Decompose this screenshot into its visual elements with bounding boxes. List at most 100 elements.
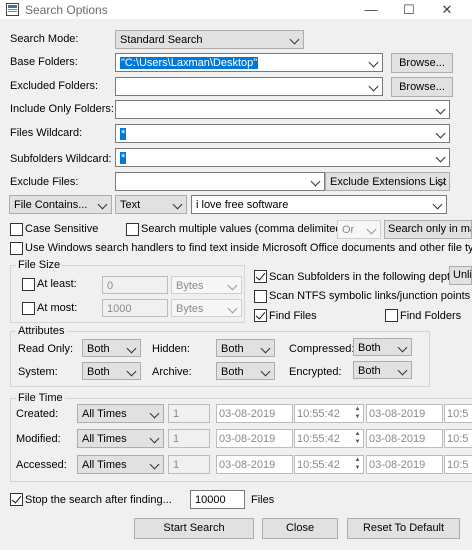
- contains-text-input[interactable]: i love free software: [191, 195, 447, 214]
- compressed-select[interactable]: Both: [353, 338, 412, 356]
- chevron-down-icon: [310, 176, 321, 187]
- accessed-to-date[interactable]: 03-08-2019: [366, 455, 443, 474]
- modified-to-time[interactable]: 10:5: [444, 429, 472, 448]
- archive-select[interactable]: Both: [216, 362, 275, 380]
- created-count-input[interactable]: 1: [168, 404, 210, 423]
- find-folders-checkbox[interactable]: [385, 309, 398, 322]
- subfolders-wildcard-input[interactable]: *: [115, 148, 450, 167]
- scan-depth-select[interactable]: Unlim: [449, 266, 472, 285]
- modified-from-date[interactable]: 03-08-2019: [216, 429, 293, 448]
- case-sensitive-label: Case Sensitive: [25, 223, 99, 235]
- at-least-input[interactable]: 0: [102, 276, 168, 294]
- chevron-down-icon: [289, 34, 300, 45]
- stop-search-checkbox[interactable]: [10, 493, 23, 506]
- created-mode-select[interactable]: All Times: [77, 404, 164, 423]
- multiple-values-label: Search multiple values (comma delimited): [141, 223, 346, 235]
- modified-mode-select[interactable]: All Times: [77, 429, 164, 448]
- window-title: Search Options: [25, 3, 108, 17]
- at-most-input[interactable]: 1000: [102, 299, 168, 317]
- system-select[interactable]: Both: [82, 362, 141, 380]
- close-window-button[interactable]: ✕: [432, 0, 462, 19]
- at-least-unit-select[interactable]: Bytes: [171, 276, 242, 294]
- case-sensitive-checkbox[interactable]: [10, 223, 23, 236]
- scan-ntfs-label: Scan NTFS symbolic links/junction points: [269, 290, 471, 302]
- multiple-values-logic-select[interactable]: Or: [337, 220, 381, 239]
- modified-from-time[interactable]: 10:55:42 ▲ ▼: [294, 429, 364, 448]
- search-mode-select[interactable]: Standard Search: [115, 30, 304, 49]
- file-time-title: File Time: [16, 392, 65, 404]
- spin-up-icon[interactable]: ▲: [353, 406, 362, 413]
- search-only-major-button[interactable]: Search only in majo: [384, 220, 472, 239]
- accessed-to-time[interactable]: 10:5: [444, 455, 472, 474]
- created-to-time[interactable]: 10:5: [444, 404, 472, 423]
- at-most-checkbox[interactable]: [22, 302, 35, 315]
- subfolders-wildcard-label: Subfolders Wildcard:: [10, 153, 112, 165]
- created-from-date[interactable]: 03-08-2019: [216, 404, 293, 423]
- spin-down-icon[interactable]: ▼: [353, 465, 362, 472]
- at-least-label: At least:: [37, 278, 77, 290]
- accessed-label: Accessed:: [16, 459, 67, 471]
- reset-to-default-button[interactable]: Reset To Default: [347, 518, 460, 539]
- start-search-button[interactable]: Start Search: [134, 518, 254, 539]
- excluded-folders-browse-button[interactable]: Browse...: [391, 77, 453, 97]
- chevron-down-icon: [126, 366, 137, 377]
- chevron-down-icon: [368, 57, 379, 68]
- scan-subfolders-label: Scan Subfolders in the following depth:: [269, 271, 460, 283]
- scan-subfolders-checkbox[interactable]: [254, 270, 267, 283]
- stop-search-count-input[interactable]: 10000: [190, 490, 245, 509]
- modified-count-input[interactable]: 1: [168, 429, 210, 448]
- accessed-count-input[interactable]: 1: [168, 455, 210, 474]
- accessed-mode-select[interactable]: All Times: [77, 455, 164, 474]
- contains-mode-select[interactable]: File Contains...: [9, 195, 112, 214]
- at-least-checkbox[interactable]: [22, 278, 35, 291]
- chevron-down-icon: [149, 433, 160, 444]
- files-wildcard-label: Files Wildcard:: [10, 127, 83, 139]
- created-from-time[interactable]: 10:55:42 ▲ ▼: [294, 404, 364, 423]
- exclude-files-input[interactable]: [115, 172, 325, 191]
- minimize-button[interactable]: —: [356, 0, 386, 19]
- chevron-down-icon: [97, 199, 108, 210]
- maximize-button[interactable]: ☐: [394, 0, 424, 19]
- accessed-from-date[interactable]: 03-08-2019: [216, 455, 293, 474]
- spin-up-icon[interactable]: ▲: [353, 431, 362, 438]
- encrypted-select[interactable]: Both: [353, 361, 412, 379]
- app-icon: [6, 3, 19, 16]
- created-to-date[interactable]: 03-08-2019: [366, 404, 443, 423]
- compressed-label: Compressed:: [289, 343, 355, 355]
- files-wildcard-input[interactable]: *: [115, 124, 450, 143]
- search-mode-label: Search Mode:: [10, 33, 79, 45]
- chevron-down-icon: [260, 343, 271, 354]
- windows-handlers-label: Use Windows search handlers to find text…: [25, 242, 472, 254]
- chevron-down-icon: [126, 343, 137, 354]
- base-folders-input[interactable]: "C:\Users\Laxman\Desktop": [115, 53, 383, 72]
- chevron-down-icon: [227, 303, 238, 314]
- stop-search-label: Stop the search after finding...: [25, 494, 172, 506]
- files-unit-label: Files: [251, 494, 275, 506]
- find-files-checkbox[interactable]: [254, 309, 267, 322]
- exclude-files-label: Exclude Files:: [10, 176, 79, 188]
- multiple-values-checkbox[interactable]: [126, 223, 139, 236]
- accessed-from-time[interactable]: 10:55:42 ▲ ▼: [294, 455, 364, 474]
- chevron-down-icon: [432, 199, 443, 210]
- include-only-folders-input[interactable]: [115, 100, 450, 119]
- spin-up-icon[interactable]: ▲: [353, 457, 362, 464]
- chevron-down-icon: [435, 104, 446, 115]
- spin-down-icon[interactable]: ▼: [353, 439, 362, 446]
- hidden-select[interactable]: Both: [216, 339, 275, 357]
- created-label: Created:: [16, 408, 59, 420]
- file-size-title: File Size: [16, 259, 63, 271]
- windows-handlers-checkbox[interactable]: [10, 242, 23, 255]
- at-most-unit-select[interactable]: Bytes: [171, 299, 242, 317]
- scan-ntfs-checkbox[interactable]: [254, 290, 267, 303]
- contains-type-select[interactable]: Text: [115, 195, 187, 214]
- chevron-down-icon: [227, 280, 238, 291]
- modified-to-date[interactable]: 03-08-2019: [366, 429, 443, 448]
- read-only-select[interactable]: Both: [82, 339, 141, 357]
- exclude-mode-select[interactable]: Exclude Extensions List: [325, 172, 450, 191]
- base-folders-browse-button[interactable]: Browse...: [391, 53, 453, 73]
- close-button[interactable]: Close: [262, 518, 338, 539]
- spin-down-icon[interactable]: ▼: [353, 414, 362, 421]
- excluded-folders-input[interactable]: [115, 77, 383, 96]
- hidden-label: Hidden:: [152, 343, 190, 355]
- archive-label: Archive:: [152, 366, 192, 378]
